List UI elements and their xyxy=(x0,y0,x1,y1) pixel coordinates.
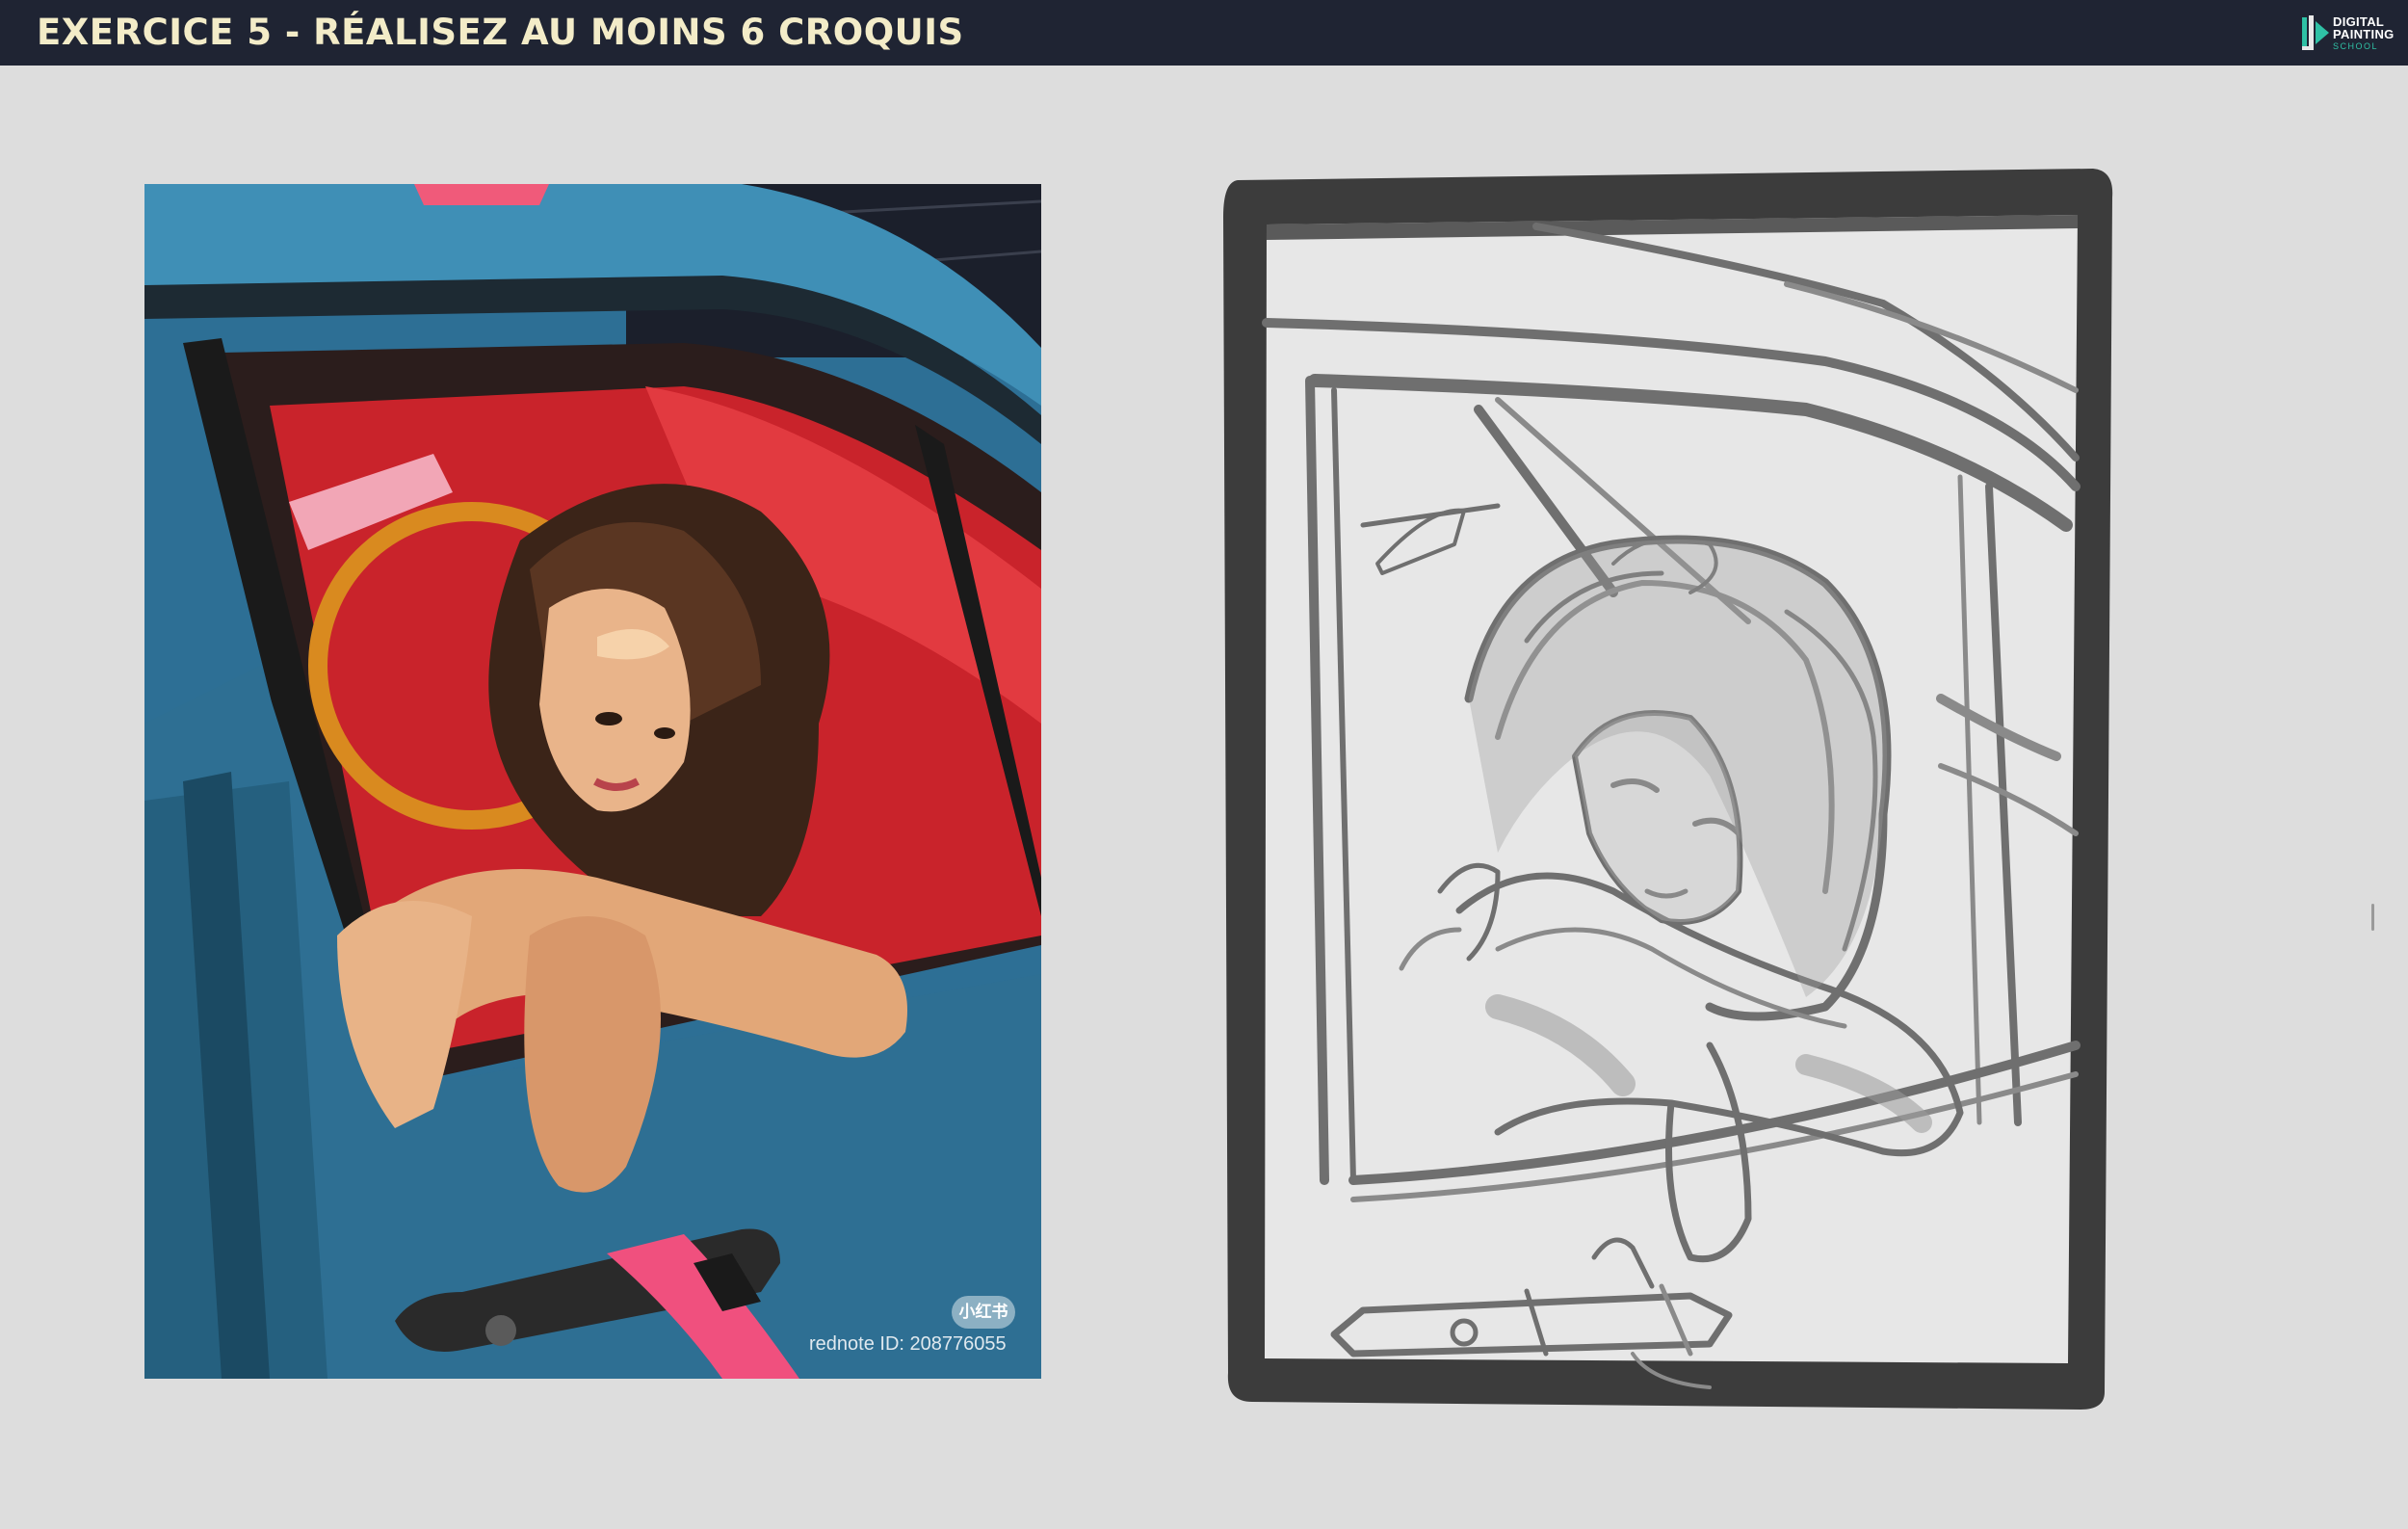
digital-painting-school-logo-icon xyxy=(2302,15,2329,50)
logo-line-2: PAINTING xyxy=(2333,27,2395,41)
top-bar: EXERCICE 5 - RÉALISEZ AU MOINS 6 CROQUIS… xyxy=(0,0,2408,66)
logo-text: DIGITAL PAINTING SCHOOL xyxy=(2333,15,2395,53)
sketch-drawing xyxy=(1209,159,2114,1416)
edge-marker xyxy=(2371,904,2374,931)
page-title: EXERCICE 5 - RÉALISEZ AU MOINS 6 CROQUIS xyxy=(37,12,964,53)
watermark-id: rednote ID: 208776055 xyxy=(809,1333,1007,1355)
school-logo: DIGITAL PAINTING SCHOOL xyxy=(2298,12,2395,54)
logo-line-3: SCHOOL xyxy=(2333,41,2379,51)
reference-photo: 小红书 rednote ID: 208776055 xyxy=(144,184,1041,1379)
sketch-artwork-icon xyxy=(1223,169,2113,1410)
reference-photo-illustration xyxy=(144,184,1041,1379)
watermark-badge: 小红书 xyxy=(952,1296,1015,1329)
